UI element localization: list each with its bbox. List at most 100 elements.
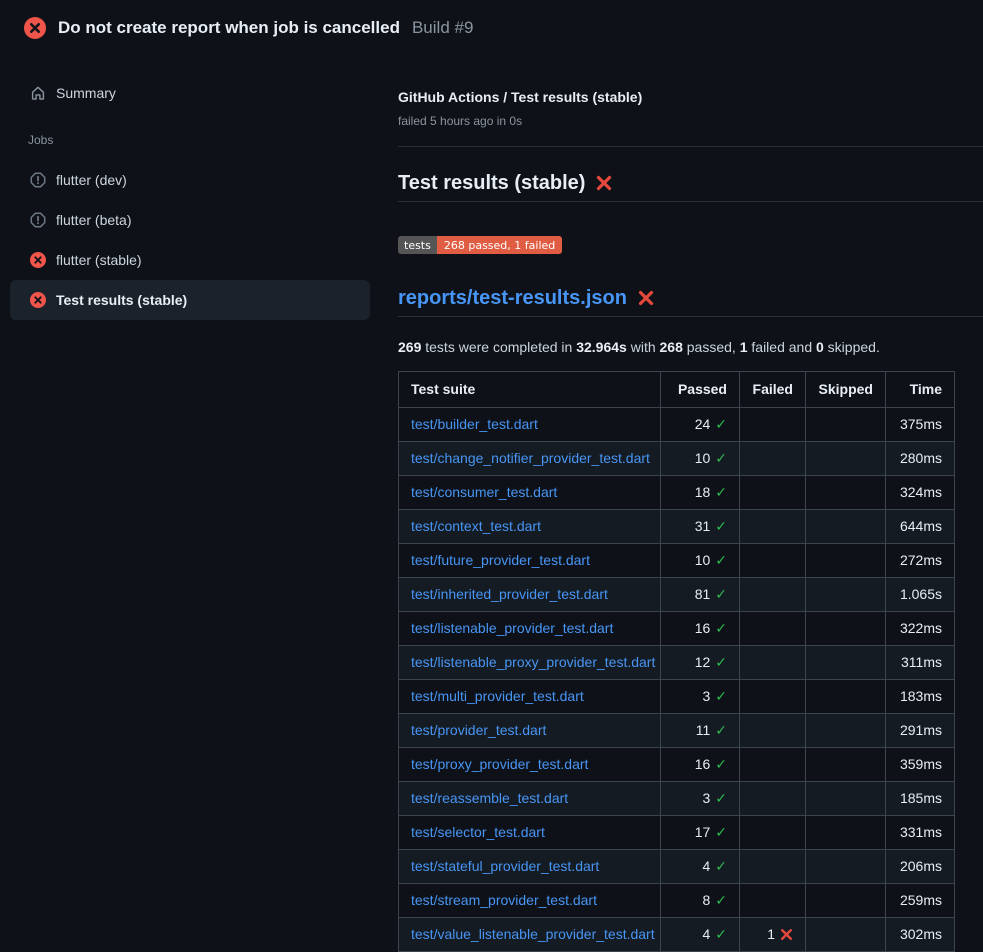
passed-cell: 11✓ [661, 713, 740, 747]
check-icon: ✓ [715, 926, 727, 942]
table-row: test/multi_provider_test.dart3✓183ms [399, 679, 955, 713]
check-icon: ✓ [715, 858, 727, 874]
value-cell [806, 679, 886, 713]
failed-cell [740, 509, 806, 543]
time-cell: 375ms [886, 407, 955, 441]
table-row: test/future_provider_test.dart10✓272ms [399, 543, 955, 577]
test-suite-link[interactable]: test/provider_test.dart [411, 722, 546, 738]
test-suite-link[interactable]: test/proxy_provider_test.dart [411, 756, 588, 772]
test-suite-link[interactable]: test/stateful_provider_test.dart [411, 858, 599, 874]
time-cell: 322ms [886, 611, 955, 645]
test-suite-link[interactable]: test/stream_provider_test.dart [411, 892, 597, 908]
sidebar-item-flutter-dev[interactable]: flutter (dev) [10, 160, 370, 200]
sidebar: Summary Jobs flutter (dev) flutter (beta… [0, 56, 380, 320]
failed-cell [740, 611, 806, 645]
sidebar-item-flutter-stable[interactable]: flutter (stable) [10, 240, 370, 280]
check-icon: ✓ [715, 654, 727, 670]
passed-cell: 18✓ [661, 475, 740, 509]
table-row: test/change_notifier_provider_test.dart 1… [399, 441, 955, 475]
suite-cell: test/consumer_test.dart [399, 475, 661, 509]
passed-cell: 10✓ [661, 441, 740, 475]
report-heading: reports/test-results.json [398, 286, 983, 317]
header-divider [398, 146, 983, 147]
value-cell [806, 407, 886, 441]
test-suite-link[interactable]: test/value_listenable_provider_test.dart [411, 926, 655, 942]
table-row: test/listenable_proxy_provider_test.dart… [399, 645, 955, 679]
suite-cell: test/context_test.dart [399, 509, 661, 543]
time-cell: 324ms [886, 475, 955, 509]
failed-x-icon [637, 289, 655, 307]
test-suite-link[interactable]: test/selector_test.dart [411, 824, 545, 840]
build-number: Build #9 [412, 18, 473, 38]
cancelled-stop-icon [30, 212, 46, 228]
main-content: GitHub Actions / Test results (stable) f… [380, 56, 983, 952]
test-suite-link[interactable]: test/multi_provider_test.dart [411, 688, 584, 704]
suite-cell: test/listenable_provider_test.dart [399, 611, 661, 645]
time-cell: 644ms [886, 509, 955, 543]
value-cell [806, 849, 886, 883]
test-suite-link[interactable]: test/listenable_provider_test.dart [411, 620, 613, 636]
col-header-time: Time [886, 371, 955, 407]
sidebar-item-summary[interactable]: Summary [10, 73, 370, 113]
suite-cell: test/reassemble_test.dart [399, 781, 661, 815]
passed-cell: 17✓ [661, 815, 740, 849]
check-icon: ✓ [715, 756, 727, 772]
failed-cell [740, 645, 806, 679]
badge-label: tests [398, 236, 437, 254]
time-cell: 291ms [886, 713, 955, 747]
test-suite-link[interactable]: test/change_notifier_provider_test.dart [411, 450, 650, 466]
test-suite-link[interactable]: test/consumer_test.dart [411, 484, 557, 500]
time-cell: 280ms [886, 441, 955, 475]
suite-cell: test/stream_provider_test.dart [399, 883, 661, 917]
tests-status-badge: tests 268 passed, 1 failed [398, 236, 562, 254]
jobs-section-label: Jobs [28, 133, 380, 148]
failed-x-circle-icon [24, 17, 46, 39]
value-cell [806, 441, 886, 475]
test-suite-link[interactable]: test/context_test.dart [411, 518, 541, 534]
test-suite-link[interactable]: test/future_provider_test.dart [411, 552, 590, 568]
sidebar-item-test-results-stable[interactable]: Test results (stable) [10, 280, 370, 320]
check-icon: ✓ [715, 484, 727, 500]
suite-cell: test/stateful_provider_test.dart [399, 849, 661, 883]
failed-cell [740, 781, 806, 815]
report-file-link[interactable]: reports/test-results.json [398, 286, 627, 310]
failed-cell [740, 815, 806, 849]
failed-cell [740, 747, 806, 781]
test-suite-link[interactable]: test/inherited_provider_test.dart [411, 586, 608, 602]
table-row: test/value_listenable_provider_test.dart… [399, 917, 955, 951]
table-row: test/consumer_test.dart 18✓ 324ms [399, 475, 955, 509]
sidebar-item-label: Test results (stable) [56, 292, 187, 308]
passed-cell: 10✓ [661, 543, 740, 577]
check-icon: ✓ [715, 892, 727, 908]
results-table-body: test/builder_test.dart24✓375mstest/chang… [399, 407, 955, 951]
time-cell: 331ms [886, 815, 955, 849]
table-row: test/context_test.dart31✓644ms [399, 509, 955, 543]
section-heading-text: Test results (stable) [398, 171, 585, 195]
failed-x-circle-icon [30, 252, 46, 268]
page-title: Do not create report when job is cancell… [58, 18, 400, 38]
col-header-failed: Failed [740, 371, 806, 407]
sidebar-item-flutter-beta[interactable]: flutter (beta) [10, 200, 370, 240]
failed-cell [740, 543, 806, 577]
test-suite-link[interactable]: test/builder_test.dart [411, 416, 538, 432]
value-cell [806, 611, 886, 645]
test-suite-link[interactable]: test/reassemble_test.dart [411, 790, 568, 806]
suite-cell: test/listenable_proxy_provider_test.dart [399, 645, 661, 679]
table-row: test/stateful_provider_test.dart4✓206ms [399, 849, 955, 883]
time-cell: 311ms [886, 645, 955, 679]
check-icon: ✓ [715, 416, 727, 432]
table-row: test/proxy_provider_test.dart16✓359ms [399, 747, 955, 781]
check-icon: ✓ [715, 790, 727, 806]
table-row: test/reassemble_test.dart3✓185ms [399, 781, 955, 815]
home-icon [30, 85, 46, 101]
time-cell: 302ms [886, 917, 955, 951]
value-cell [806, 543, 886, 577]
test-suite-link[interactable]: test/listenable_proxy_provider_test.dart [411, 654, 655, 670]
badge-value: 268 passed, 1 failed [437, 236, 562, 254]
check-run-header: GitHub Actions / Test results (stable) f… [398, 56, 983, 128]
sidebar-item-label: flutter (stable) [56, 252, 142, 268]
passed-cell: 16✓ [661, 611, 740, 645]
failed-cell [740, 849, 806, 883]
suite-cell: test/provider_test.dart [399, 713, 661, 747]
failed-cell [740, 475, 806, 509]
